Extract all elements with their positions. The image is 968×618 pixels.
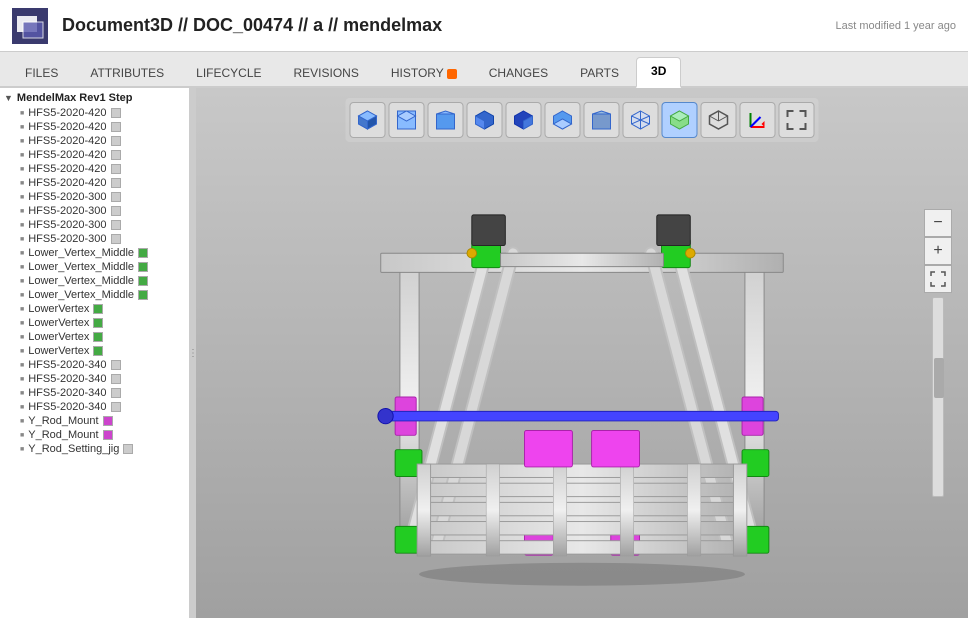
color-swatch [93,346,103,356]
zoom-thumb[interactable] [934,358,944,398]
tree-item[interactable]: HFS5-2020-420 [0,134,189,148]
tab-lifecycle[interactable]: LIFECYCLE [181,59,276,86]
color-swatch [111,136,121,146]
zoom-controls: − + [924,209,952,497]
tab-bar: FILES ATTRIBUTES LIFECYCLE REVISIONS HIS… [0,52,968,88]
tree-item-y-rod-mount-1[interactable]: Y_Rod_Mount [0,414,189,428]
tree-item[interactable]: HFS5-2020-420 [0,162,189,176]
color-swatch [123,444,133,454]
tree-item[interactable]: LowerVertex [0,330,189,344]
view-persp-button[interactable] [623,102,659,138]
color-swatch [111,206,121,216]
color-swatch [111,122,121,132]
color-swatch [138,276,148,286]
view-bottom-button[interactable] [545,102,581,138]
tab-revisions[interactable]: REVISIONS [279,59,374,86]
tree-item[interactable]: HFS5-2020-340 [0,358,189,372]
color-swatch [111,108,121,118]
zoom-plus-button[interactable]: + [924,237,952,265]
color-swatch [111,150,121,160]
zoom-minus-button[interactable]: − [924,209,952,237]
tab-parts[interactable]: PARTS [565,59,634,86]
tree-item[interactable]: LowerVertex [0,302,189,316]
tree-item[interactable]: HFS5-2020-300 [0,190,189,204]
tree-item[interactable]: Lower_Vertex_Middle [0,260,189,274]
tree-item[interactable]: HFS5-2020-340 [0,386,189,400]
zoom-fit-button[interactable] [924,265,952,293]
view-right-button[interactable] [506,102,542,138]
viewport-toolbar [346,98,819,142]
document-title: Document3D // DOC_00474 // a // mendelma… [62,15,836,36]
color-swatch [103,430,113,440]
color-swatch [111,388,121,398]
tree-item[interactable]: HFS5-2020-340 [0,400,189,414]
tree-item[interactable]: HFS5-2020-420 [0,120,189,134]
color-swatch [111,164,121,174]
color-swatch [111,360,121,370]
color-swatch [111,192,121,202]
view-top-button[interactable] [389,102,425,138]
color-swatch [93,332,103,342]
tree-item[interactable]: HFS5-2020-300 [0,204,189,218]
view-axis-button[interactable] [740,102,776,138]
tree-item[interactable]: HFS5-2020-420 [0,148,189,162]
3d-viewport[interactable]: − + [196,88,968,618]
main-content: MendelMax Rev1 Step HFS5-2020-420 HFS5-2… [0,88,968,618]
tree-item[interactable]: LowerVertex [0,344,189,358]
view-back-button[interactable] [584,102,620,138]
rss-icon [447,69,457,79]
tab-files[interactable]: FILES [10,59,73,86]
3d-model [256,148,908,598]
tree-item[interactable]: HFS5-2020-300 [0,232,189,246]
tree-item[interactable]: HFS5-2020-340 [0,372,189,386]
view-fullscreen-button[interactable] [779,102,815,138]
color-swatch [93,318,103,328]
view-left-button[interactable] [467,102,503,138]
view-front-button[interactable] [428,102,464,138]
color-swatch [138,248,148,258]
tree-item[interactable]: Lower_Vertex_Middle [0,246,189,260]
color-swatch [111,234,121,244]
tree-root[interactable]: MendelMax Rev1 Step [0,90,189,106]
tree-panel: MendelMax Rev1 Step HFS5-2020-420 HFS5-2… [0,88,190,618]
tree-item-y-rod-setting[interactable]: Y_Rod_Setting_jig [0,442,189,456]
tree-item[interactable]: Lower_Vertex_Middle [0,288,189,302]
last-modified: Last modified 1 year ago [836,20,956,32]
color-swatch [111,220,121,230]
color-swatch [103,416,113,426]
tab-changes[interactable]: CHANGES [474,59,563,86]
color-swatch [93,304,103,314]
app-logo [12,8,48,44]
tab-history[interactable]: HISTORY [376,59,472,86]
model-svg [292,143,872,603]
tree-item[interactable]: Lower_Vertex_Middle [0,274,189,288]
color-swatch [138,290,148,300]
header: Document3D // DOC_00474 // a // mendelma… [0,0,968,52]
tree-item[interactable]: HFS5-2020-300 [0,218,189,232]
tree-item[interactable]: LowerVertex [0,316,189,330]
tree-content[interactable]: MendelMax Rev1 Step HFS5-2020-420 HFS5-2… [0,88,189,618]
view-wireframe-button[interactable] [701,102,737,138]
color-swatch [111,402,121,412]
view-shade-button[interactable] [662,102,698,138]
tab-3d[interactable]: 3D [636,57,681,88]
color-swatch [138,262,148,272]
tree-item-y-rod-mount-2[interactable]: Y_Rod_Mount [0,428,189,442]
tree-item[interactable]: HFS5-2020-420 [0,176,189,190]
zoom-scrollbar[interactable] [932,297,944,497]
color-swatch [111,178,121,188]
color-swatch [111,374,121,384]
tab-attributes[interactable]: ATTRIBUTES [75,59,179,86]
view-iso-button[interactable] [350,102,386,138]
tree-item[interactable]: HFS5-2020-420 [0,106,189,120]
